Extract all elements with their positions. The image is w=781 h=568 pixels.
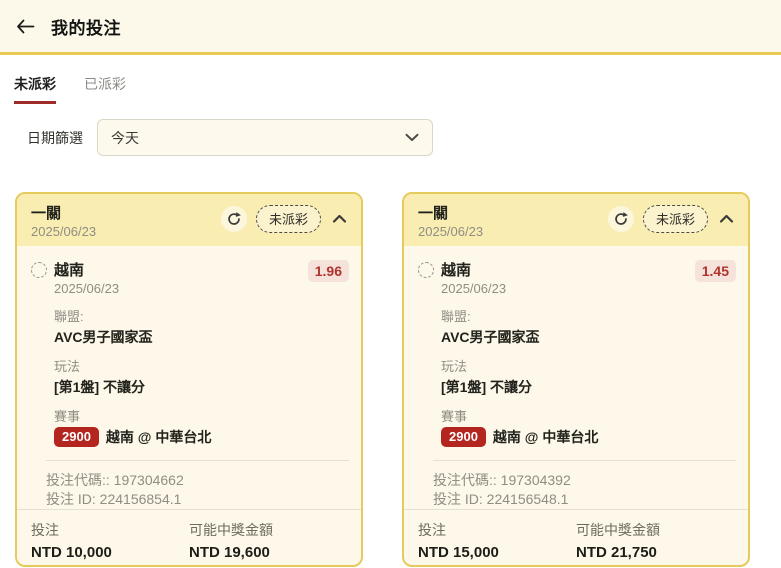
bet-id-line: 投注 ID: 224156854.1 — [46, 490, 349, 509]
date-filter-value: 今天 — [111, 128, 139, 148]
collapse-button[interactable] — [717, 212, 736, 226]
tab-settled[interactable]: 已派彩 — [84, 74, 126, 104]
bet-code-label: 投注代碼:: — [433, 472, 497, 488]
chevron-up-icon — [719, 214, 734, 224]
bet-code-line: 投注代碼:: 197304662 — [46, 471, 349, 490]
selection-name: 越南 — [54, 259, 308, 280]
selection-date: 2025/06/23 — [54, 281, 308, 296]
selection-row: 越南 2025/06/23 1.96 — [31, 259, 349, 296]
bet-type: 一關 — [418, 202, 608, 223]
date-filter-label: 日期篩選 — [27, 128, 83, 148]
market-field: 玩法 [第1盤] 不讓分 — [54, 356, 349, 397]
tab-unsettled[interactable]: 未派彩 — [14, 74, 56, 104]
bet-code-value: 197304392 — [501, 472, 571, 488]
league-label: 聯盟: — [54, 306, 349, 325]
bet-id-value: 224156854.1 — [100, 491, 182, 507]
league-value: AVC男子國家盃 — [54, 327, 349, 347]
market-value: [第1盤] 不讓分 — [54, 377, 349, 397]
stake-value: NTD 15,000 — [418, 544, 576, 561]
odds-badge: 1.45 — [695, 260, 736, 282]
chevron-down-icon — [405, 133, 419, 142]
selection-date: 2025/06/23 — [441, 281, 695, 296]
league-label: 聯盟: — [441, 306, 736, 325]
league-value: AVC男子國家盃 — [441, 327, 736, 347]
event-value: 越南 @ 中華台北 — [493, 427, 598, 447]
bet-card-footer: 投注 NTD 15,000 可能中獎金額 NTD 21,750 — [404, 509, 748, 567]
payout-label: 可能中獎金額 — [576, 520, 734, 540]
refresh-icon — [226, 211, 242, 227]
bet-code-label: 投注代碼:: — [46, 472, 110, 488]
bet-card-body: 越南 2025/06/23 1.45 聯盟: AVC男子國家盃 玩法 [第1盤]… — [404, 246, 748, 509]
status-badge: 未派彩 — [643, 205, 708, 233]
event-label: 賽事 — [54, 406, 349, 425]
chevron-up-icon — [332, 214, 347, 224]
refresh-button[interactable] — [221, 206, 247, 232]
event-field: 賽事 2900 越南 @ 中華台北 — [54, 406, 349, 447]
bet-card-header[interactable]: 一關 2025/06/23 未派彩 — [404, 194, 748, 246]
bet-card-header[interactable]: 一關 2025/06/23 未派彩 — [17, 194, 361, 246]
bet-card: 一關 2025/06/23 未派彩 — [402, 192, 750, 567]
bet-id-line: 投注 ID: 224156548.1 — [433, 490, 736, 509]
bet-card-list: 一關 2025/06/23 未派彩 — [15, 192, 781, 567]
bet-id-value: 224156548.1 — [487, 491, 569, 507]
refresh-button[interactable] — [608, 206, 634, 232]
bet-codes-block: 投注代碼:: 197304662 投注 ID: 224156854.1 — [46, 460, 349, 509]
event-code-badge: 2900 — [441, 427, 486, 447]
market-label: 玩法 — [441, 356, 736, 375]
event-label: 賽事 — [441, 406, 736, 425]
market-label: 玩法 — [54, 356, 349, 375]
date-filter-row: 日期篩選 今天 — [27, 119, 781, 156]
odds-badge: 1.96 — [308, 260, 349, 282]
bet-type: 一關 — [31, 202, 221, 223]
bet-id-label: 投注 ID: — [46, 491, 96, 507]
event-code-badge: 2900 — [54, 427, 99, 447]
payout-value: NTD 19,600 — [189, 544, 347, 561]
selection-row: 越南 2025/06/23 1.45 — [418, 259, 736, 296]
league-field: 聯盟: AVC男子國家盃 — [54, 306, 349, 347]
bet-date: 2025/06/23 — [418, 224, 608, 239]
payout-label: 可能中獎金額 — [189, 520, 347, 540]
page-title: 我的投注 — [51, 14, 121, 39]
stake-label: 投注 — [31, 520, 189, 540]
event-value: 越南 @ 中華台北 — [106, 427, 211, 447]
stake-value: NTD 10,000 — [31, 544, 189, 561]
collapse-button[interactable] — [330, 212, 349, 226]
status-badge: 未派彩 — [256, 205, 321, 233]
payout-value: NTD 21,750 — [576, 544, 734, 561]
bet-code-value: 197304662 — [114, 472, 184, 488]
market-field: 玩法 [第1盤] 不讓分 — [441, 356, 736, 397]
date-filter-select[interactable]: 今天 — [97, 119, 433, 156]
selection-name: 越南 — [441, 259, 695, 280]
bet-id-label: 投注 ID: — [433, 491, 483, 507]
page-header: 我的投注 — [0, 0, 781, 55]
bet-code-line: 投注代碼:: 197304392 — [433, 471, 736, 490]
event-field: 賽事 2900 越南 @ 中華台北 — [441, 406, 736, 447]
bet-card-body: 越南 2025/06/23 1.96 聯盟: AVC男子國家盃 玩法 [第1盤]… — [17, 246, 361, 509]
bet-codes-block: 投注代碼:: 197304392 投注 ID: 224156548.1 — [433, 460, 736, 509]
back-button[interactable] — [16, 19, 35, 34]
stake-label: 投注 — [418, 520, 576, 540]
league-field: 聯盟: AVC男子國家盃 — [441, 306, 736, 347]
divider — [46, 460, 349, 461]
refresh-icon — [613, 211, 629, 227]
bet-card: 一關 2025/06/23 未派彩 — [15, 192, 363, 567]
pending-circle-icon — [418, 262, 434, 278]
pending-circle-icon — [31, 262, 47, 278]
tab-bar: 未派彩 已派彩 — [14, 74, 767, 104]
bet-card-footer: 投注 NTD 10,000 可能中獎金額 NTD 19,600 — [17, 509, 361, 567]
market-value: [第1盤] 不讓分 — [441, 377, 736, 397]
divider — [433, 460, 736, 461]
bet-date: 2025/06/23 — [31, 224, 221, 239]
back-arrow-icon — [16, 19, 35, 34]
